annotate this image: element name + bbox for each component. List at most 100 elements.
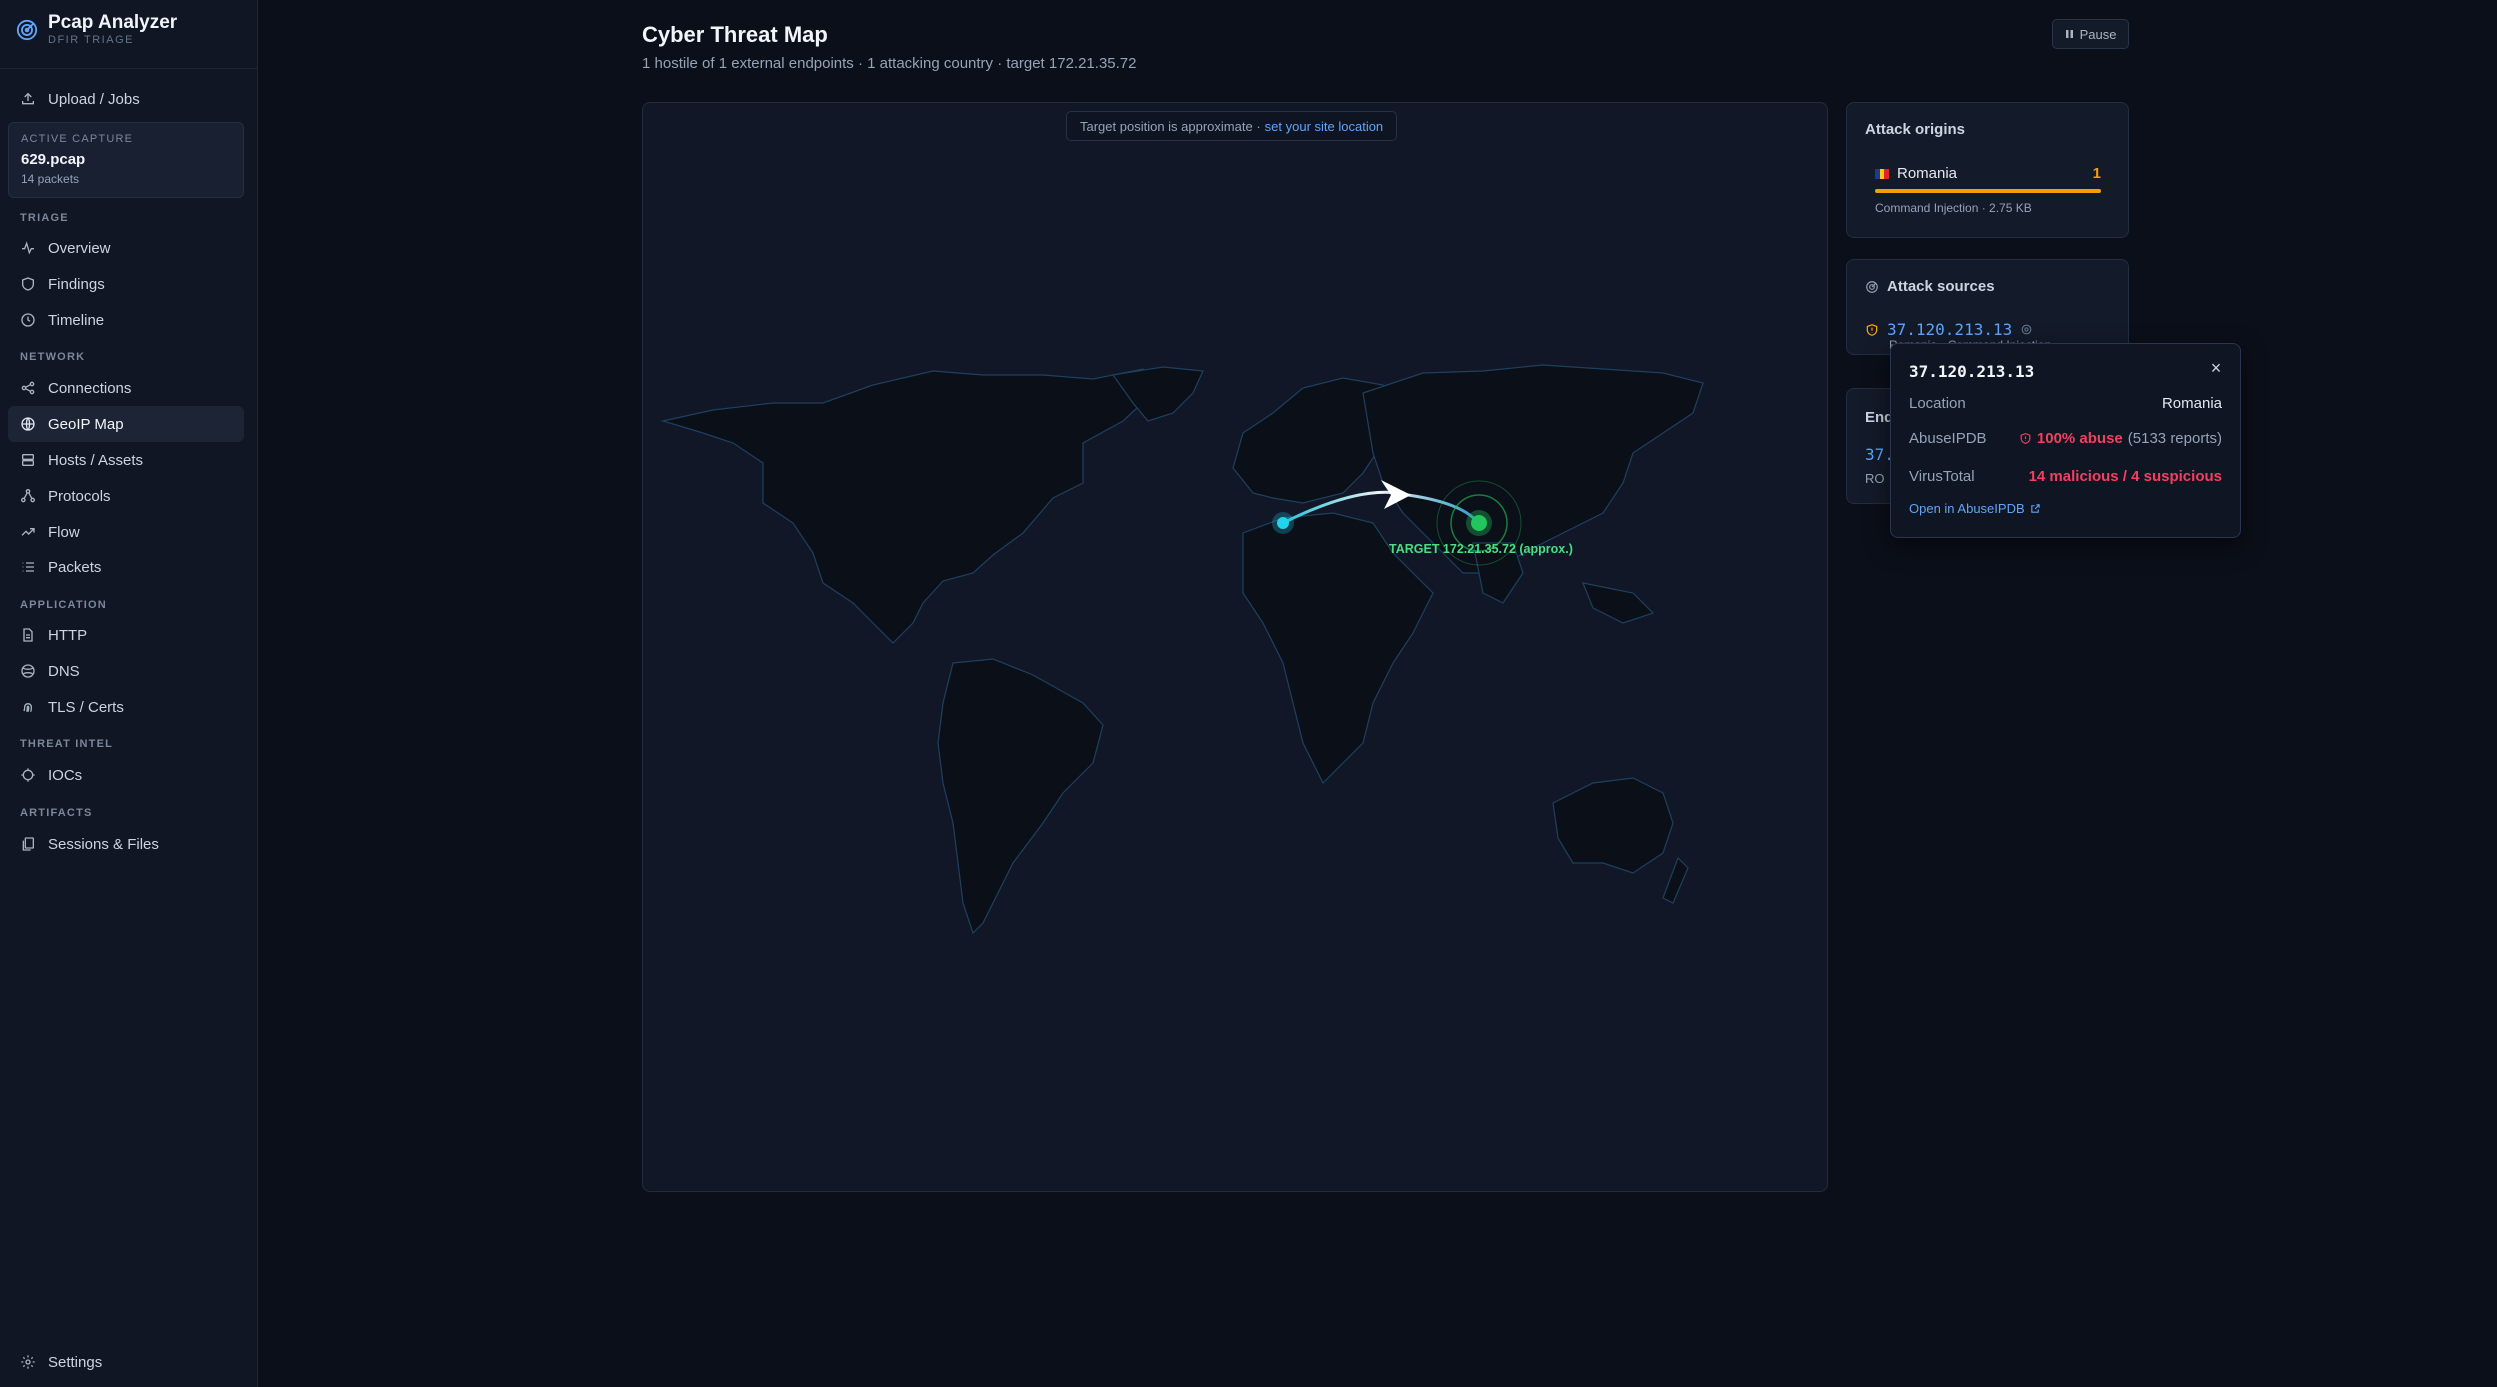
capture-filename: 629.pcap bbox=[21, 151, 86, 168]
list-icon bbox=[22, 562, 34, 572]
endpoint-country-code: RO bbox=[1865, 471, 1885, 486]
clock-icon bbox=[21, 313, 35, 327]
sidebar-item-protocols[interactable]: Protocols bbox=[8, 478, 244, 514]
sidebar-item-packets[interactable]: Packets bbox=[8, 549, 244, 585]
sidebar-item-geoip-map[interactable]: GeoIP Map bbox=[8, 406, 244, 442]
file-text-icon bbox=[23, 628, 33, 642]
sidebar-item-label: Connections bbox=[48, 379, 132, 397]
sidebar-item-label: Overview bbox=[48, 239, 111, 257]
sidebar-item-label: Sessions & Files bbox=[48, 835, 159, 853]
attack-sources-card: Attack sources 37.120.213.13 Romania · C… bbox=[1846, 259, 2129, 355]
popover-ip: 37.120.213.13 bbox=[1909, 362, 2035, 381]
page-title: Cyber Threat Map bbox=[642, 22, 828, 47]
sidebar-item-label: Findings bbox=[48, 275, 105, 293]
sidebar-item-http[interactable]: HTTP bbox=[8, 617, 244, 653]
sidebar-item-iocs[interactable]: IOCs bbox=[8, 757, 244, 793]
origin-row[interactable]: Romania 1 bbox=[1875, 165, 2101, 182]
sidebar-item-connections[interactable]: Connections bbox=[8, 370, 244, 406]
capture-packet-count: 14 packets bbox=[21, 172, 80, 186]
nav-section-threat-intel: THREAT INTEL bbox=[20, 738, 114, 750]
threat-map[interactable]: TARGET 172.21.35.72 (approx.) Target pos… bbox=[642, 102, 1828, 1192]
brand[interactable]: Pcap Analyzer DFIR TRIAGE bbox=[16, 12, 177, 47]
abuse-reports: (5133 reports) bbox=[2127, 430, 2222, 447]
sidebar-item-label: Flow bbox=[48, 523, 80, 541]
abuseipdb-value: 100% abuse (5133 reports) bbox=[2019, 430, 2222, 447]
sidebar-item-settings[interactable]: Settings bbox=[8, 1344, 244, 1380]
attack-sources-header: Attack sources bbox=[1865, 278, 1995, 295]
abuseipdb-label: AbuseIPDB bbox=[1909, 430, 1987, 447]
radar-logo-icon bbox=[16, 19, 38, 40]
active-capture-card[interactable]: ACTIVE CAPTURE 629.pcap 14 packets bbox=[8, 122, 244, 198]
continents bbox=[660, 364, 1704, 935]
sidebar-item-tls[interactable]: TLS / Certs bbox=[8, 689, 244, 725]
shield-icon bbox=[22, 277, 34, 291]
notice-text: Target position is approximate · bbox=[1080, 118, 1261, 134]
popover-location-row: Location Romania bbox=[1909, 395, 2222, 412]
sidebar-item-sessions[interactable]: Sessions & Files bbox=[8, 826, 244, 862]
sidebar-item-findings[interactable]: Findings bbox=[8, 266, 244, 302]
australia-landmass bbox=[1552, 777, 1674, 874]
sidebar-item-label: Hosts / Assets bbox=[48, 451, 144, 469]
sidebar-divider bbox=[0, 68, 258, 69]
close-icon[interactable]: × bbox=[2208, 359, 2224, 377]
virustotal-value: 14 malicious / 4 suspicious bbox=[2028, 468, 2222, 485]
open-abuseipdb-label: Open in AbuseIPDB bbox=[1909, 501, 2025, 516]
target-label: TARGET 172.21.35.72 (approx.) bbox=[1389, 542, 1573, 556]
pause-button[interactable]: Pause bbox=[2052, 19, 2129, 49]
fingerprint-icon bbox=[23, 703, 33, 712]
sidebar-item-flow[interactable]: Flow bbox=[8, 514, 244, 550]
abuse-score: 100% abuse bbox=[2036, 430, 2123, 447]
shield-alert-icon bbox=[1866, 323, 1878, 336]
settings-small-icon[interactable] bbox=[2020, 323, 2033, 336]
page-subtitle: 1 hostile of 1 external endpoints · 1 at… bbox=[642, 55, 1137, 72]
sidebar-item-label: IOCs bbox=[48, 766, 83, 784]
open-abuseipdb-link[interactable]: Open in AbuseIPDB bbox=[1909, 501, 2041, 516]
romania-flag-icon bbox=[1875, 168, 1890, 179]
shield-alert-icon bbox=[2020, 432, 2031, 444]
upload-icon bbox=[22, 92, 34, 105]
app-title: Pcap Analyzer bbox=[48, 12, 178, 33]
dns-globe-icon bbox=[21, 664, 35, 678]
sidebar-item-hosts[interactable]: Hosts / Assets bbox=[8, 442, 244, 478]
sidebar-item-label: DNS bbox=[48, 662, 80, 680]
nav-section-triage: TRIAGE bbox=[20, 212, 69, 224]
new-zealand-landmass bbox=[1662, 856, 1689, 904]
attack-origins-title: Attack origins bbox=[1865, 121, 1966, 138]
sidebar-item-label: Packets bbox=[48, 558, 102, 576]
sidebar-item-label: Protocols bbox=[48, 487, 111, 505]
files-icon bbox=[22, 837, 34, 851]
trending-up-icon bbox=[21, 528, 35, 536]
pause-icon bbox=[2065, 30, 2073, 38]
south-america-landmass bbox=[937, 658, 1104, 935]
sidebar-item-dns[interactable]: DNS bbox=[8, 653, 244, 689]
nav-section-network: NETWORK bbox=[20, 351, 86, 363]
bug-icon bbox=[21, 768, 35, 782]
source-ip[interactable]: 37.120.213.13 bbox=[1887, 320, 2012, 339]
sidebar-item-timeline[interactable]: Timeline bbox=[8, 302, 244, 338]
server-icon bbox=[22, 454, 34, 466]
pause-label: Pause bbox=[2079, 26, 2117, 42]
nav-section-application: APPLICATION bbox=[20, 599, 107, 611]
source-row[interactable]: 37.120.213.13 bbox=[1865, 320, 2033, 339]
virustotal-label: VirusTotal bbox=[1909, 468, 1975, 485]
share-nodes-icon bbox=[21, 381, 35, 395]
origin-count: 1 bbox=[2092, 165, 2101, 182]
origin-detail: Command Injection · 2.75 KB bbox=[1875, 201, 2032, 215]
radar-icon bbox=[1866, 280, 1878, 293]
network-icon bbox=[21, 489, 35, 503]
north-america-landmass bbox=[660, 368, 1154, 644]
sidebar-item-overview[interactable]: Overview bbox=[8, 230, 244, 266]
origin-country: Romania bbox=[1897, 165, 1958, 182]
origin-share-bar bbox=[1875, 189, 2101, 193]
popover-abuseipdb-row: AbuseIPDB 100% abuse (5133 reports) bbox=[1909, 430, 2222, 447]
sidebar-item-label: GeoIP Map bbox=[48, 415, 124, 433]
attack-origins-card: Attack origins Romania 1 Command Injecti… bbox=[1846, 102, 2129, 238]
sidebar-item-upload[interactable]: Upload / Jobs bbox=[8, 81, 244, 117]
gear-icon bbox=[21, 1355, 35, 1369]
set-site-location-link[interactable]: set your site location bbox=[1265, 119, 1384, 134]
active-capture-label: ACTIVE CAPTURE bbox=[21, 133, 134, 145]
app-subtitle: DFIR TRIAGE bbox=[48, 34, 134, 46]
location-label: Location bbox=[1909, 395, 1966, 412]
external-link-icon bbox=[2030, 504, 2040, 513]
sidebar-item-label: HTTP bbox=[48, 626, 88, 644]
